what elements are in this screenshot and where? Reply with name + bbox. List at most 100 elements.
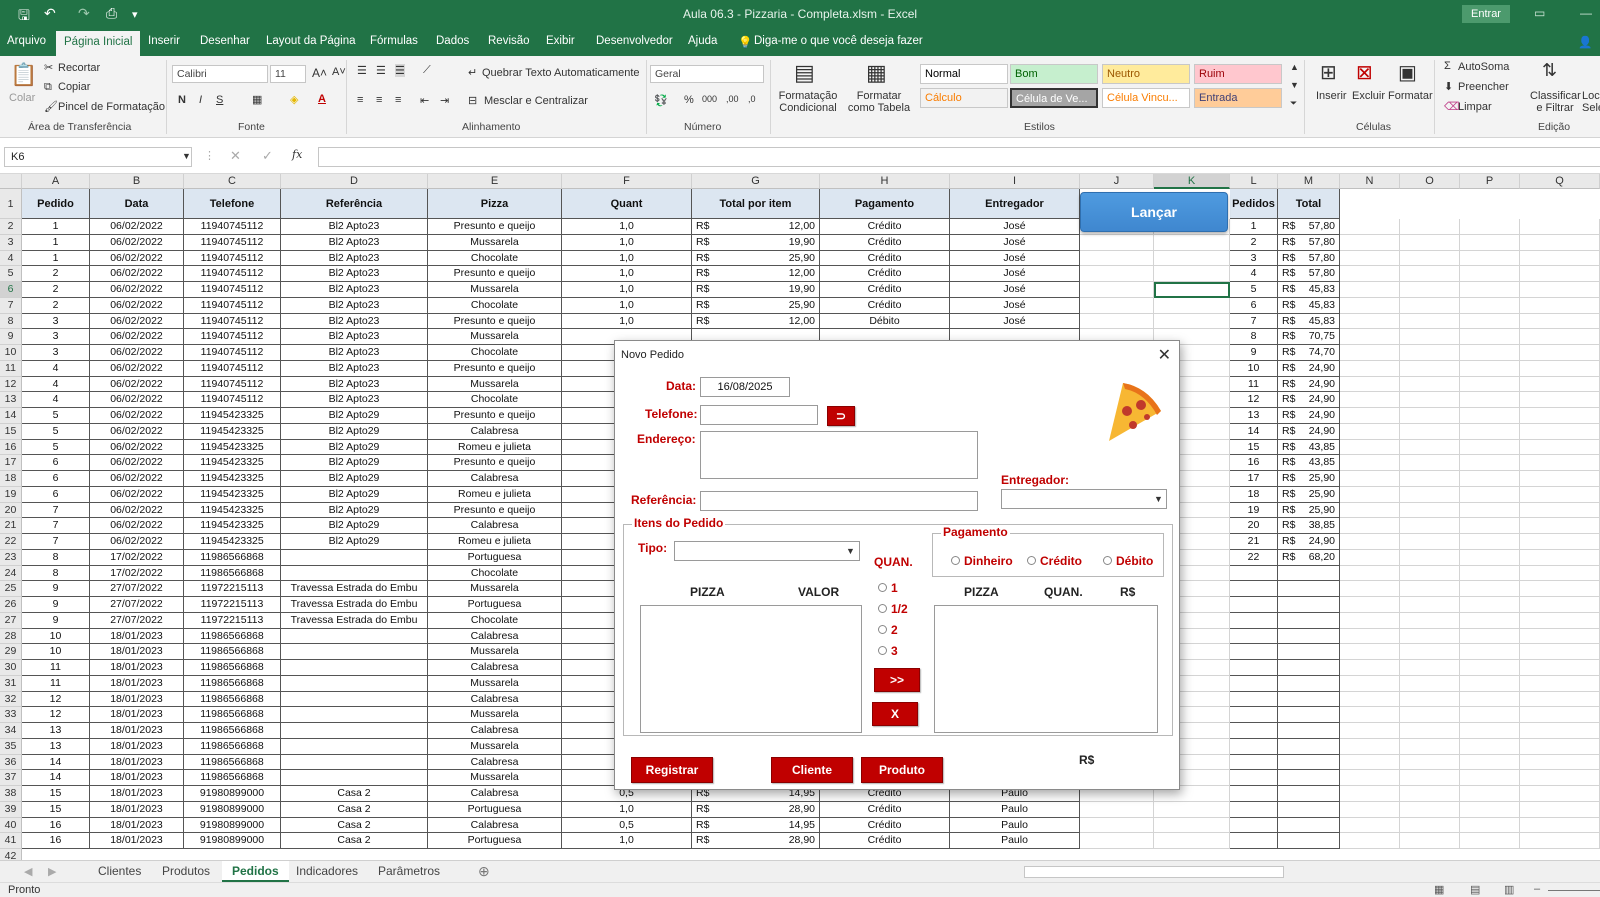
empty-cell[interactable]: [1460, 691, 1520, 708]
orientation-icon[interactable]: ⟋: [423, 64, 431, 77]
decrease-indent-icon[interactable]: ⇤: [420, 94, 429, 107]
table-cell[interactable]: 18/01/2023: [90, 707, 184, 723]
cell-style-4[interactable]: Cálculo: [920, 88, 1008, 108]
number-format-select[interactable]: Geral: [650, 65, 764, 83]
tab-exibir[interactable]: Exibir: [546, 35, 575, 47]
empty-cell[interactable]: [1460, 565, 1520, 582]
column-header-B[interactable]: B: [90, 174, 184, 189]
row-header[interactable]: 3: [0, 234, 22, 251]
row-header[interactable]: 19: [0, 486, 22, 503]
column-header-N[interactable]: N: [1340, 174, 1400, 189]
table-cell[interactable]: Portuguesa: [428, 801, 562, 818]
table-cell[interactable]: 18/01/2023: [90, 644, 184, 660]
table-cell[interactable]: 3: [22, 313, 90, 330]
empty-cell[interactable]: [1460, 817, 1520, 834]
summary-cell[interactable]: [1278, 770, 1340, 786]
remove-item-button[interactable]: X: [872, 702, 918, 726]
row-header[interactable]: 42: [0, 849, 22, 860]
table-cell[interactable]: 11940745112: [184, 282, 281, 298]
table-cell[interactable]: 1,0: [562, 833, 692, 849]
cut-button[interactable]: Recortar: [58, 62, 100, 74]
table-cell[interactable]: [281, 565, 428, 582]
column-header-P[interactable]: P: [1460, 174, 1520, 189]
user-icon[interactable]: 👤: [1578, 35, 1592, 49]
summary-cell[interactable]: [1278, 675, 1340, 692]
tipo-select[interactable]: [674, 541, 860, 561]
grow-font-icon[interactable]: A˄: [312, 66, 327, 80]
row-header[interactable]: 14: [0, 408, 22, 424]
table-cell[interactable]: Calabresa: [428, 660, 562, 676]
column-header-Q[interactable]: Q: [1520, 174, 1600, 189]
empty-cell[interactable]: [1340, 313, 1400, 330]
font-color-icon[interactable]: A: [318, 93, 326, 105]
row-header[interactable]: 11: [0, 360, 22, 377]
table-cell[interactable]: 0,5: [562, 817, 692, 834]
empty-cell[interactable]: [1460, 408, 1520, 424]
empty-cell[interactable]: [1400, 801, 1460, 818]
selected-cell[interactable]: [1154, 282, 1230, 298]
payment-option-credito[interactable]: Crédito: [1027, 554, 1082, 568]
table-cell[interactable]: R$ 14,95: [692, 817, 820, 834]
table-cell[interactable]: Bl2 Apto23: [281, 282, 428, 298]
lancar-button[interactable]: Lançar: [1080, 192, 1228, 232]
table-cell[interactable]: Crédito: [820, 219, 950, 235]
column-header-E[interactable]: E: [428, 174, 562, 189]
summary-cell[interactable]: [1278, 597, 1340, 613]
table-cell[interactable]: Bl2 Apto23: [281, 250, 428, 267]
summary-cell[interactable]: R$ 24,90: [1278, 376, 1340, 393]
row-header[interactable]: 17: [0, 455, 22, 471]
table-cell[interactable]: R$ 19,90: [692, 234, 820, 251]
table-cell[interactable]: 11986566868: [184, 549, 281, 566]
table-cell[interactable]: Calabresa: [428, 691, 562, 708]
summary-cell[interactable]: R$ 24,90: [1278, 392, 1340, 408]
empty-cell[interactable]: [1400, 707, 1460, 723]
column-header-K[interactable]: K: [1154, 174, 1230, 189]
table-cell[interactable]: Bl2 Apto29: [281, 408, 428, 424]
confirm-entry-icon[interactable]: ✓: [262, 148, 273, 164]
summary-cell[interactable]: [1278, 581, 1340, 597]
table-cell[interactable]: 11945423325: [184, 518, 281, 534]
cell-style-5[interactable]: Célula de Ve...: [1010, 88, 1098, 108]
empty-cell[interactable]: [1340, 423, 1400, 440]
empty-cell[interactable]: [1340, 833, 1400, 849]
summary-cell[interactable]: R$ 24,90: [1278, 408, 1340, 424]
empty-cell[interactable]: [1520, 234, 1600, 251]
empty-cell[interactable]: [1080, 297, 1154, 314]
summary-cell[interactable]: R$ 57,80: [1278, 234, 1340, 251]
row-header[interactable]: 4: [0, 250, 22, 267]
empty-cell[interactable]: [1520, 644, 1600, 660]
table-cell[interactable]: 18/01/2023: [90, 675, 184, 692]
empty-cell[interactable]: [1460, 455, 1520, 471]
empty-cell[interactable]: [1460, 376, 1520, 393]
empty-cell[interactable]: [1520, 297, 1600, 314]
empty-cell[interactable]: [1520, 549, 1600, 566]
table-cell[interactable]: Chocolate: [428, 612, 562, 629]
empty-cell[interactable]: [1400, 675, 1460, 692]
table-cell[interactable]: 06/02/2022: [90, 360, 184, 377]
shrink-font-icon[interactable]: A˅: [332, 66, 346, 78]
empty-cell[interactable]: [1520, 455, 1600, 471]
paste-icon[interactable]: 📋: [10, 62, 37, 88]
empty-cell[interactable]: [1460, 801, 1520, 818]
row-header[interactable]: 21: [0, 518, 22, 534]
increase-indent-icon[interactable]: ⇥: [440, 94, 449, 107]
summary-cell[interactable]: [1230, 770, 1278, 786]
paste-button[interactable]: Colar: [9, 92, 35, 104]
table-cell[interactable]: 27/07/2022: [90, 612, 184, 629]
products-listbox[interactable]: [640, 605, 862, 733]
table-cell[interactable]: Paulo: [950, 801, 1080, 818]
add-item-button[interactable]: >>: [874, 668, 920, 692]
table-cell[interactable]: 11972215113: [184, 612, 281, 629]
gallery-scroll-up-icon[interactable]: ▲: [1290, 62, 1299, 72]
column-header-I[interactable]: I: [950, 174, 1080, 189]
table-cell[interactable]: Presunto e queijo: [428, 455, 562, 471]
table-cell[interactable]: Paulo: [950, 817, 1080, 834]
table-cell[interactable]: Mussarela: [428, 770, 562, 786]
empty-cell[interactable]: [1080, 833, 1154, 849]
table-cell[interactable]: Travessa Estrada do Embu: [281, 581, 428, 597]
empty-cell[interactable]: [1520, 581, 1600, 597]
summary-cell[interactable]: 10: [1230, 360, 1278, 377]
table-cell[interactable]: 18/01/2023: [90, 628, 184, 645]
empty-cell[interactable]: [1520, 345, 1600, 361]
empty-cell[interactable]: [1460, 534, 1520, 550]
